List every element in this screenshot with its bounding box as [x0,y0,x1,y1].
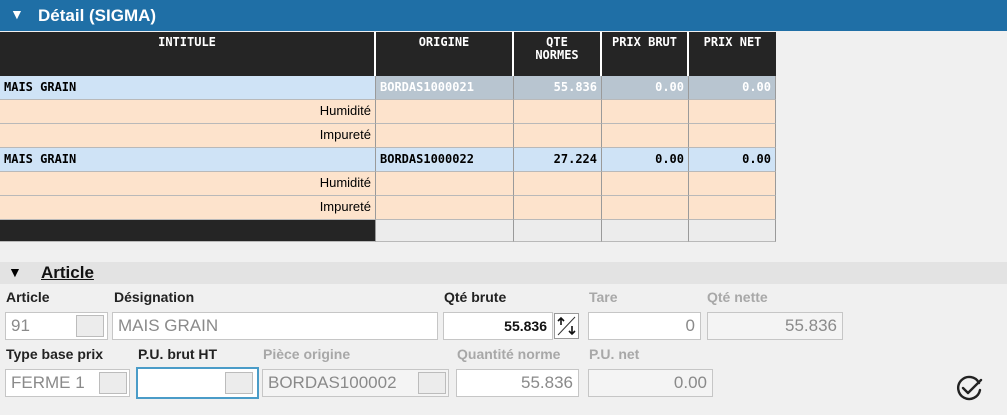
column-header-prix-brut[interactable]: PRIX BRUT [602,32,689,76]
cell-origine [376,124,514,148]
footer-cell [514,220,602,242]
cell-qte [514,196,602,220]
tare-value: 0 [685,316,695,335]
type-base-prix-value: FERME 1 [11,373,85,392]
cell-prix-brut [602,124,689,148]
pu-net-value: 0.00 [673,373,707,392]
cell-qte: 27.224 [514,148,602,172]
cell-origine [376,196,514,220]
cell-qte [514,124,602,148]
cell-origine [376,100,514,124]
quantite-norme-field: 55.836 [456,369,579,397]
cell-prix-net [689,124,776,148]
column-header-origine[interactable]: ORIGINE [376,32,514,76]
cell-origine: BORDAS1000022 [376,148,514,172]
label-quantite-norme: Quantité norme [457,346,561,362]
cell-intitule: Humidité [0,100,376,124]
column-header-prix-net[interactable]: PRIX NET [689,32,776,76]
cell-prix-net: 0.00 [689,76,776,100]
footer-cell [689,220,776,242]
collapse-triangle-icon[interactable]: ▼ [10,6,24,22]
cell-prix-brut [602,196,689,220]
qte-brute-field[interactable]: 55.836 [443,312,553,340]
footer-cell [376,220,514,242]
collapse-triangle-icon[interactable]: ▼ [8,264,22,280]
cell-intitule: Humidité [0,172,376,196]
cell-prix-net [689,172,776,196]
article-section-header[interactable]: ▼ Article [0,262,1007,284]
tare-field[interactable]: 0 [588,312,701,340]
label-pu-brut-ht: P.U. brut HT [138,346,218,362]
column-header-intitule[interactable]: INTITULE [0,32,376,76]
pu-net-field: 0.00 [588,369,713,397]
cell-prix-net [689,100,776,124]
designation-field[interactable]: MAIS GRAIN [112,312,438,340]
cell-qte: 55.836 [514,76,602,100]
cell-prix-net: 0.00 [689,148,776,172]
label-pu-net: P.U. net [589,346,640,362]
type-base-prix-lookup-button[interactable] [99,372,127,394]
cell-prix-brut: 0.00 [602,148,689,172]
column-header-qte-normes[interactable]: QTE NORMES [514,32,602,76]
cell-prix-brut [602,100,689,124]
footer-cell [0,220,376,242]
article-lookup-button[interactable] [76,315,104,337]
cell-intitule: MAIS GRAIN [0,148,376,172]
cell-intitule: Impureté [0,124,376,148]
qte-brute-spinner-icon[interactable] [554,313,579,339]
cell-intitule: MAIS GRAIN [0,76,376,100]
label-type-base-prix: Type base prix [6,346,104,362]
cell-prix-brut: 0.00 [602,76,689,100]
cell-origine [376,172,514,196]
panel-header[interactable]: ▼ Détail (SIGMA) [0,0,1007,31]
pu-brut-ht-lookup-button[interactable] [225,372,253,394]
label-article: Article [6,289,50,305]
check-circle-icon[interactable] [954,374,984,404]
article-section-title: Article [41,263,94,282]
label-piece-origine: Pièce origine [263,346,351,362]
label-tare: Tare [589,289,618,305]
cell-prix-net [689,196,776,220]
label-qte-nette: Qté nette [707,289,768,305]
cell-prix-brut [602,172,689,196]
panel-title: Détail (SIGMA) [38,6,157,25]
cell-intitule: Impureté [0,196,376,220]
label-designation: Désignation [114,289,195,305]
article-code-value: 91 [11,316,30,335]
label-qte-brute: Qté brute [444,289,507,305]
qte-brute-value: 55.836 [504,318,547,334]
designation-value: MAIS GRAIN [118,316,219,335]
cell-origine: BORDAS1000021 [376,76,514,100]
piece-origine-lookup-button[interactable] [418,372,446,394]
piece-origine-value: BORDAS100002 [268,373,397,392]
qte-nette-field: 55.836 [707,312,843,340]
footer-cell [602,220,689,242]
cell-qte [514,100,602,124]
cell-qte [514,172,602,196]
qte-normes-label: QTE NORMES [535,35,579,62]
qte-nette-value: 55.836 [785,316,837,335]
quantite-norme-value: 55.836 [521,373,573,392]
